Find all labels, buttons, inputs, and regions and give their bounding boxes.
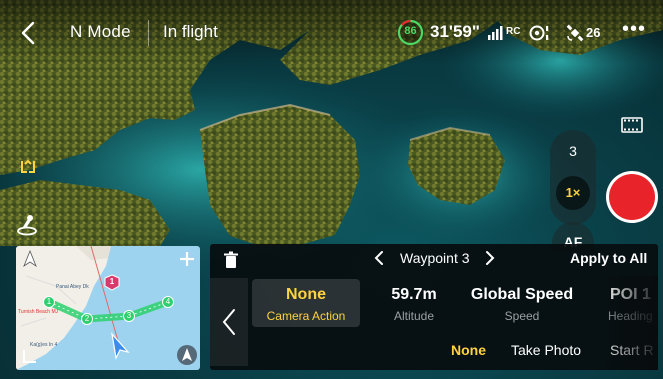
param-value: None — [286, 286, 326, 303]
param-label: Camera Action — [266, 309, 346, 323]
param-label: Speed — [504, 309, 540, 323]
battery-percent: 86 — [404, 25, 417, 37]
apply-to-all-button[interactable]: Apply to All — [570, 250, 647, 266]
locate-aircraft-icon[interactable] — [176, 344, 198, 366]
add-waypoint-icon[interactable] — [178, 250, 196, 268]
satellite-icon — [566, 24, 584, 42]
video-mode-icon[interactable] — [621, 117, 643, 133]
rc-label: RC — [506, 26, 521, 37]
param-value: POI 1 — [610, 286, 651, 303]
next-waypoint-icon[interactable] — [483, 249, 497, 267]
waypoint-marker[interactable]: 4 — [162, 296, 174, 308]
param-label: Heading — [608, 309, 653, 323]
option-none[interactable]: None — [451, 342, 486, 358]
param-value: 59.7m — [391, 286, 437, 303]
record-button[interactable] — [606, 171, 658, 223]
zoom-1x-button[interactable]: 1× — [556, 176, 590, 210]
param-value: Global Speed — [470, 286, 574, 303]
expand-map-icon[interactable] — [22, 348, 38, 364]
gimbal-mode-icon[interactable] — [18, 158, 38, 176]
previous-waypoint-icon[interactable] — [372, 249, 386, 267]
option-start-recording[interactable]: Start R — [610, 342, 654, 358]
waypoint-title: Waypoint 3 — [400, 250, 470, 266]
option-take-photo[interactable]: Take Photo — [511, 342, 581, 358]
collapse-panel-button[interactable] — [210, 278, 248, 366]
flight-time: 31'59" — [430, 22, 480, 41]
more-options-button[interactable]: ••• — [622, 19, 645, 42]
poi-number: 1 — [109, 277, 115, 286]
waypoint-marker[interactable]: 1 — [43, 296, 55, 308]
flight-status-label: In flight — [163, 22, 218, 41]
chevron-left-icon — [222, 309, 235, 335]
map-place-label: Turnish Beach MJ — [18, 309, 59, 315]
zoom-3x-button[interactable]: 3 — [556, 137, 590, 165]
waypoint-marker[interactable]: 3 — [123, 310, 135, 322]
compass-north-icon[interactable] — [22, 250, 38, 268]
obstacle-sensing-icon[interactable] — [529, 24, 551, 42]
trash-icon[interactable] — [223, 251, 239, 269]
header-divider — [148, 20, 149, 46]
flight-mode-label[interactable]: N Mode — [70, 22, 131, 42]
mini-map[interactable]: Panai Abey Dk Turnish Beach MJ Ka(g)es I… — [16, 246, 200, 370]
back-icon[interactable] — [18, 20, 38, 46]
satellite-count: 26 — [586, 25, 601, 40]
waypoint-marker[interactable]: 2 — [81, 313, 93, 325]
param-label: Altitude — [393, 309, 435, 323]
map-place-label: Panai Abey Dk — [56, 284, 89, 290]
return-to-home-icon[interactable] — [15, 212, 39, 236]
signal-strength-icon — [488, 26, 503, 40]
